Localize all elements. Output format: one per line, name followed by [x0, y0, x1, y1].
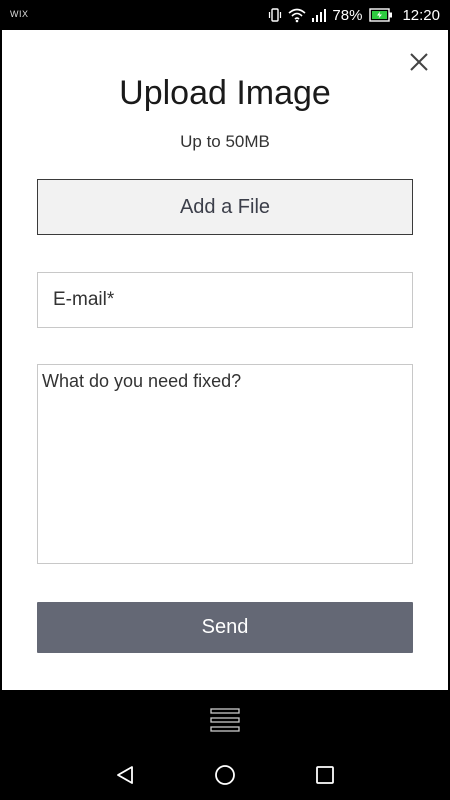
vibrate-icon [267, 7, 283, 23]
dialog-subtitle: Up to 50MB [180, 132, 270, 151]
close-icon [410, 53, 428, 71]
hamburger-menu-icon [210, 708, 240, 732]
home-button[interactable] [214, 764, 236, 786]
status-app-label: WIX [10, 9, 29, 19]
close-button[interactable] [405, 48, 433, 76]
upload-dialog: Upload Image Up to 50MB Add a File E-mai… [2, 30, 448, 690]
signal-icon [311, 7, 327, 23]
email-field[interactable]: E-mail* [37, 272, 413, 328]
message-field[interactable]: What do you need fixed? [37, 364, 413, 564]
back-button[interactable] [114, 764, 136, 786]
menu-button[interactable] [210, 708, 240, 732]
recents-button[interactable] [314, 764, 336, 786]
battery-percent: 78% [332, 6, 363, 24]
status-bar: WIX 78% 12:20 [0, 0, 450, 30]
recents-icon [316, 766, 334, 784]
back-icon [117, 766, 133, 784]
status-icons: 78% 12:20 [267, 0, 440, 30]
battery-charging-icon [369, 8, 393, 22]
add-file-button[interactable]: Add a File [37, 179, 413, 235]
home-icon [215, 765, 235, 785]
navigation-bar [0, 748, 450, 800]
send-button[interactable]: Send [37, 602, 413, 653]
status-time: 12:20 [402, 6, 440, 24]
screen: WIX 78% 12:20 Upload Image Up to 50MB Ad… [0, 0, 450, 800]
wifi-icon [288, 7, 306, 23]
message-placeholder: What do you need fixed? [42, 371, 242, 391]
email-placeholder: E-mail* [53, 289, 115, 310]
dialog-title: Upload Image [119, 74, 331, 112]
